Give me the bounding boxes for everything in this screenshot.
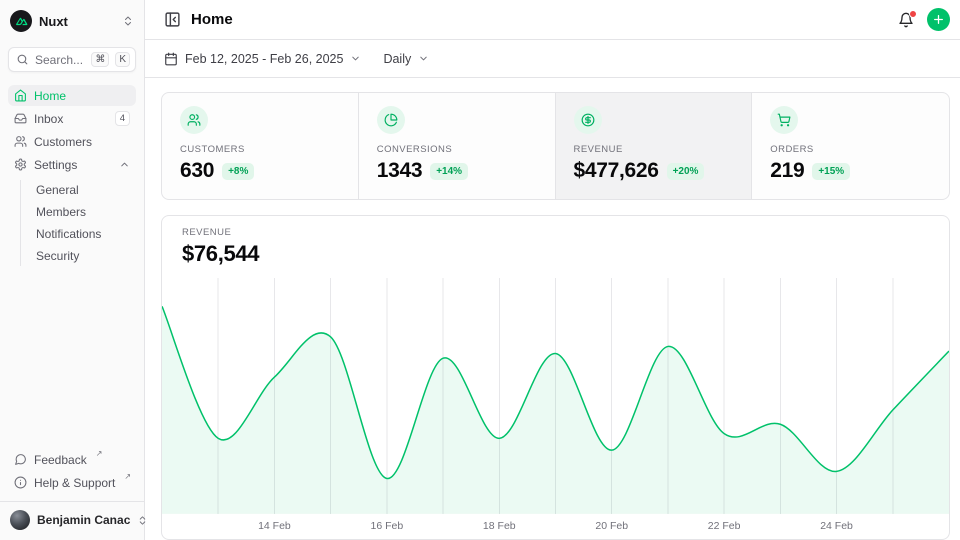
revenue-chart-svg — [162, 278, 949, 514]
sidebar-item-general[interactable]: General — [36, 180, 136, 200]
chart-x-axis: 14 Feb 16 Feb 18 Feb 20 Feb 22 Feb 24 Feb — [162, 514, 949, 539]
chevron-down-icon — [350, 53, 361, 64]
x-axis-tick: 22 Feb — [708, 520, 741, 532]
period-label: Daily — [383, 52, 411, 66]
calendar-icon — [164, 52, 178, 66]
sidebar-item-home[interactable]: Home — [8, 85, 136, 106]
notifications-button[interactable] — [898, 12, 914, 28]
team-switcher[interactable]: Nuxt — [8, 8, 136, 34]
users-icon — [14, 135, 27, 148]
user-name: Benjamin Canac — [37, 513, 130, 527]
stat-card-customers[interactable]: CUSTOMERS 630 +8% — [162, 93, 359, 199]
search-icon — [16, 53, 29, 66]
plus-icon — [932, 13, 945, 26]
sidebar-item-label: Inbox — [34, 112, 63, 126]
main-area: Home Feb 12, 2025 - Feb 26, 2025 — [145, 0, 960, 540]
sidebar-item-label: Feedback — [34, 453, 87, 467]
x-axis-tick: 14 Feb — [258, 520, 291, 532]
date-range-picker[interactable]: Feb 12, 2025 - Feb 26, 2025 — [164, 52, 361, 66]
sidebar-item-settings[interactable]: Settings — [8, 154, 136, 175]
chart-title: REVENUE — [182, 227, 929, 238]
sidebar-item-inbox[interactable]: Inbox 4 — [8, 108, 136, 129]
sidebar-item-members[interactable]: Members — [36, 202, 136, 222]
sidebar-item-security[interactable]: Security — [36, 246, 136, 266]
add-button[interactable] — [927, 8, 950, 31]
sidebar-item-feedback[interactable]: Feedback ↗ — [8, 449, 136, 470]
header-actions — [898, 8, 950, 31]
chevrons-up-down-icon — [122, 15, 134, 27]
sidebar-subitem-label: Notifications — [36, 227, 101, 241]
stat-card-conversions[interactable]: CONVERSIONS 1343 +14% — [359, 93, 556, 199]
sidebar-subitem-label: Security — [36, 249, 79, 263]
user-menu[interactable]: Benjamin Canac — [0, 501, 144, 532]
stat-value: 630 — [180, 159, 214, 183]
chart-total-value: $76,544 — [182, 241, 929, 267]
delta-badge: +15% — [812, 163, 850, 180]
delta-badge: +20% — [667, 163, 705, 180]
page-content: CUSTOMERS 630 +8% CONVERSIONS 1343 +14% — [145, 78, 960, 540]
inbox-count-badge: 4 — [115, 111, 130, 126]
x-axis-tick: 20 Feb — [595, 520, 628, 532]
revenue-chart-card: REVENUE $76,544 14 Feb 16 Feb 18 Feb 20 Feb… — [161, 215, 950, 540]
sidebar: Nuxt Search... ⌘ K Home — [0, 0, 145, 540]
search-input[interactable]: Search... ⌘ K — [8, 47, 136, 72]
team-name: Nuxt — [39, 14, 68, 29]
period-select[interactable]: Daily — [383, 52, 429, 66]
filters-toolbar: Feb 12, 2025 - Feb 26, 2025 Daily — [145, 40, 960, 78]
notification-dot — [909, 10, 917, 18]
date-range-label: Feb 12, 2025 - Feb 26, 2025 — [185, 52, 343, 66]
chart-pie-icon — [377, 106, 405, 134]
app-root: Nuxt Search... ⌘ K Home — [0, 0, 960, 540]
stat-label: CUSTOMERS — [180, 144, 340, 155]
cart-icon — [770, 106, 798, 134]
x-axis-tick: 18 Feb — [483, 520, 516, 532]
stat-card-orders[interactable]: ORDERS 219 +15% — [752, 93, 949, 199]
stat-card-revenue[interactable]: REVENUE $477,626 +20% — [556, 93, 753, 199]
avatar — [10, 510, 30, 530]
message-circle-icon — [14, 453, 27, 466]
kbd-k: K — [115, 52, 130, 67]
stat-value: 1343 — [377, 159, 422, 183]
delta-badge: +14% — [430, 163, 468, 180]
external-link-icon: ↗ — [96, 449, 103, 459]
home-icon — [14, 89, 27, 102]
sidebar-item-label: Home — [34, 89, 66, 103]
search-placeholder: Search... — [35, 53, 85, 67]
chevron-down-icon — [418, 53, 429, 64]
sidebar-subitem-label: Members — [36, 205, 86, 219]
kbd-meta: ⌘ — [91, 52, 109, 67]
sidebar-item-customers[interactable]: Customers — [8, 131, 136, 152]
revenue-chart[interactable] — [162, 278, 949, 514]
circle-dollar-icon — [574, 106, 602, 134]
sidebar-item-label: Settings — [34, 158, 77, 172]
sidebar-item-label: Customers — [34, 135, 92, 149]
gear-icon — [14, 158, 27, 171]
sidebar-item-help-support[interactable]: Help & Support ↗ — [8, 472, 136, 493]
sidebar-item-label: Help & Support — [34, 476, 115, 490]
stat-label: REVENUE — [574, 144, 734, 155]
stats-row: CUSTOMERS 630 +8% CONVERSIONS 1343 +14% — [161, 92, 950, 200]
inbox-icon — [14, 112, 27, 125]
settings-subnav: General Members Notifications Security — [20, 180, 136, 266]
external-link-icon: ↗ — [124, 472, 131, 482]
users-icon — [180, 106, 208, 134]
stat-value: 219 — [770, 159, 804, 183]
nuxt-logo — [10, 10, 32, 32]
x-axis-tick: 24 Feb — [820, 520, 853, 532]
page-title: Home — [191, 11, 233, 28]
chart-header: REVENUE $76,544 — [162, 216, 949, 267]
sidebar-subitem-label: General — [36, 183, 79, 197]
sidebar-nav: Home Inbox 4 Customers Settings — [8, 85, 136, 268]
stat-label: ORDERS — [770, 144, 931, 155]
sidebar-item-notifications[interactable]: Notifications — [36, 224, 136, 244]
x-axis-tick: 16 Feb — [370, 520, 403, 532]
info-icon — [14, 476, 27, 489]
stat-value: $477,626 — [574, 159, 659, 183]
stat-label: CONVERSIONS — [377, 144, 537, 155]
collapse-sidebar-button[interactable] — [164, 11, 181, 28]
sidebar-footer: Feedback ↗ Help & Support ↗ — [8, 449, 136, 493]
delta-badge: +8% — [222, 163, 254, 180]
page-header: Home — [145, 0, 960, 40]
chevron-up-icon — [119, 159, 130, 170]
